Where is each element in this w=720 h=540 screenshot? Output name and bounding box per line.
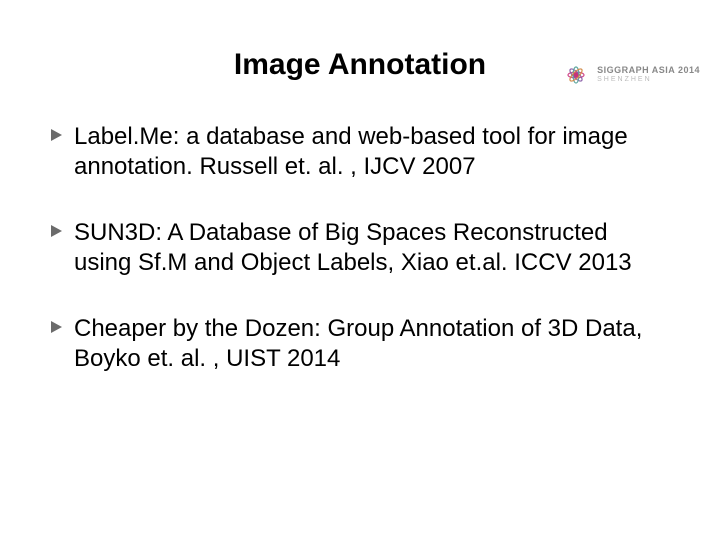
- list-item: Label.Me: a database and web-based tool …: [50, 122, 670, 182]
- triangle-bullet-icon: [50, 128, 64, 142]
- event-logo: SIGGRAPH ASIA 2014 SHENZHEN: [561, 60, 700, 90]
- bullet-list: Label.Me: a database and web-based tool …: [50, 122, 670, 374]
- list-item: SUN3D: A Database of Big Spaces Reconstr…: [50, 218, 670, 278]
- bullet-text: Cheaper by the Dozen: Group Annotation o…: [74, 314, 670, 374]
- logo-line2: SHENZHEN: [597, 76, 700, 84]
- logo-line1: SIGGRAPH ASIA 2014: [597, 66, 700, 76]
- triangle-bullet-icon: [50, 320, 64, 334]
- list-item: Cheaper by the Dozen: Group Annotation o…: [50, 314, 670, 374]
- slide: SIGGRAPH ASIA 2014 SHENZHEN Image Annota…: [0, 48, 720, 540]
- bullet-text: Label.Me: a database and web-based tool …: [74, 122, 670, 182]
- logo-text: SIGGRAPH ASIA 2014 SHENZHEN: [597, 66, 700, 84]
- flower-icon: [561, 60, 591, 90]
- triangle-bullet-icon: [50, 224, 64, 238]
- bullet-text: SUN3D: A Database of Big Spaces Reconstr…: [74, 218, 670, 278]
